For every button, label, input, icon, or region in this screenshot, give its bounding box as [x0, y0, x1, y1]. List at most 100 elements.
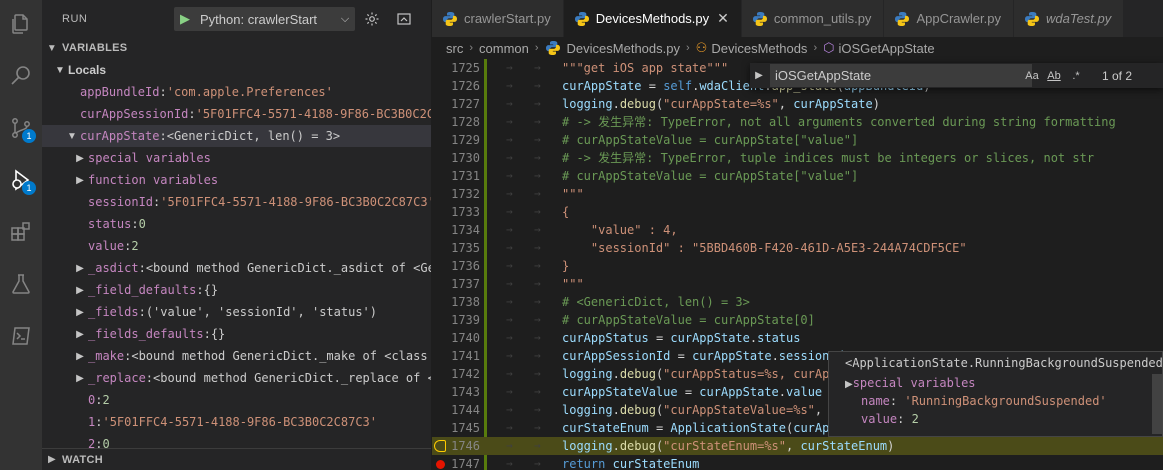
chevron-right-icon: ▶: [76, 328, 84, 340]
tab-label: wdaTest.py: [1045, 11, 1112, 26]
chevron-right-icon: ▶: [76, 372, 84, 384]
whitespace-arrow-icon: →: [534, 205, 541, 218]
variable-value: '5F01FFC4-5571-4188-9F86-BC3B0C2C87C3': [102, 415, 378, 429]
close-icon[interactable]: ✕: [717, 10, 729, 27]
source-control-badge: 1: [22, 129, 36, 143]
variable-child[interactable]: ▶ _fields_defaults: {}: [42, 323, 431, 345]
chevron-right-icon: ▶: [845, 379, 853, 390]
code-line[interactable]: 1739 → → # curAppStateValue = curAppState[0…: [432, 311, 1163, 329]
variable-child[interactable]: value: 2: [42, 235, 431, 257]
search-icon[interactable]: [6, 61, 36, 91]
variable-child[interactable]: 0: 2: [42, 389, 431, 411]
find-input[interactable]: [770, 64, 1032, 87]
run-debug-icon[interactable]: 1: [6, 165, 36, 195]
code-line[interactable]: 1731 → → # curAppStateValue = curAppState["…: [432, 167, 1163, 185]
variable-curAppSessionId[interactable]: curAppSessionId: '5F01FFC4-5571-4188-9F8…: [42, 103, 431, 125]
chevron-down-icon[interactable]: ⌵: [335, 13, 355, 26]
testing-icon[interactable]: [6, 269, 36, 299]
start-debugging-icon[interactable]: ▶: [174, 7, 196, 31]
hover-special-variables[interactable]: ▶special variables: [829, 374, 1162, 392]
breadcrumb-item[interactable]: src: [446, 41, 463, 56]
hover-scrollbar[interactable]: [1152, 374, 1162, 434]
variable-value: 2: [131, 239, 139, 253]
breadcrumb-item[interactable]: DevicesMethods.py: [567, 41, 680, 56]
whitespace-arrow-icon: →: [534, 331, 541, 344]
debug-console-icon[interactable]: [394, 9, 414, 29]
code-line[interactable]: 1733 → → {: [432, 203, 1163, 221]
code-line[interactable]: 1728 → → # -> 发生异常: TypeError, not all argu…: [432, 113, 1163, 131]
breadcrumb-item[interactable]: DevicesMethods: [711, 41, 807, 56]
gear-icon[interactable]: [362, 9, 382, 29]
variable-name: _replace: [88, 371, 146, 385]
files-icon[interactable]: [6, 9, 36, 39]
launch-config-dropdown[interactable]: ▶ Python: crawlerStart ⌵: [174, 7, 355, 31]
regex-button[interactable]: .*: [1066, 70, 1086, 82]
hover-name-row[interactable]: name: 'RunningBackgroundSuspended': [829, 392, 1162, 410]
tab-devicesmethods-py[interactable]: DevicesMethods.py ✕: [563, 0, 742, 37]
code-line[interactable]: 1734 → → "value" : 4,: [432, 221, 1163, 239]
code-line[interactable]: 1738 → → # <GenericDict, len() = 3>: [432, 293, 1163, 311]
line-number: 1739: [451, 313, 480, 327]
variable-child[interactable]: ▶ _asdict: <bound method GenericDict._asd…: [42, 257, 431, 279]
whitespace-arrow-icon: →: [534, 151, 541, 164]
toggle-replace-icon[interactable]: ▶: [750, 70, 768, 81]
hover-value-row[interactable]: value: 2: [829, 410, 1162, 428]
whole-word-button[interactable]: Ab: [1044, 70, 1064, 82]
whitespace-arrow-icon: →: [506, 61, 513, 74]
match-case-button[interactable]: Aa: [1022, 70, 1042, 82]
code-line[interactable]: 1729 → → # curAppStateValue = curAppState["…: [432, 131, 1163, 149]
code-text: logging.debug("curStateEnum=%s", curStat…: [562, 439, 895, 453]
tab-appcrawler-py[interactable]: AppCrawler.py: [884, 0, 1014, 37]
breadcrumb-item[interactable]: common: [479, 41, 529, 56]
variable-child[interactable]: ▶ _make: <bound method GenericDict._make …: [42, 345, 431, 367]
code-line[interactable]: 1746 → → logging.debug("curStateEnum=%s", c…: [432, 437, 1163, 455]
whitespace-arrow-icon: →: [534, 79, 541, 92]
locals-scope[interactable]: ▼ Locals: [42, 59, 431, 81]
variable-child[interactable]: status: 0: [42, 213, 431, 235]
breadcrumb: src › common › DevicesMethods.py › ⚇ DevicesMet…: [432, 37, 1163, 59]
code-text: logging.debug("curAppState=%s", curAppSt…: [562, 97, 880, 111]
breakpoint-icon[interactable]: [436, 460, 445, 469]
code-text: """: [562, 187, 584, 201]
code-line[interactable]: 1736 → →}: [432, 257, 1163, 275]
chevron-right-icon: ▶: [48, 454, 56, 465]
chevron-right-icon: ▶: [76, 284, 84, 296]
code-line[interactable]: 1740 → → curAppStatus = curAppState.status: [432, 329, 1163, 347]
breadcrumb-item[interactable]: iOSGetAppState: [838, 41, 934, 56]
variable-curAppState[interactable]: ▼ curAppState: <GenericDict, len() = 3>: [42, 125, 431, 147]
chevron-right-icon: ▶: [76, 174, 84, 186]
tab-common-utils-py[interactable]: common_utils.py: [741, 0, 885, 37]
terminal-icon[interactable]: [6, 321, 36, 351]
code-line[interactable]: 1732 → → """: [432, 185, 1163, 203]
variables-section-header[interactable]: ▼ VARIABLES: [42, 37, 431, 59]
line-number: 1725: [451, 61, 480, 75]
variable-child[interactable]: ▶ _replace: <bound method GenericDict._re…: [42, 367, 431, 389]
source-control-icon[interactable]: 1: [6, 113, 36, 143]
code-line[interactable]: 1730 → → # -> 发生异常: TypeError, tuple indice…: [432, 149, 1163, 167]
variable-group[interactable]: ▶ function variables: [42, 169, 431, 191]
line-number: 1729: [451, 133, 480, 147]
extensions-icon[interactable]: [6, 217, 36, 247]
tab-label: AppCrawler.py: [916, 11, 1001, 26]
tab-wdatest-py[interactable]: wdaTest.py: [1013, 0, 1125, 37]
variable-child[interactable]: ▶ _field_defaults: {}: [42, 279, 431, 301]
variable-group[interactable]: ▶ special variables: [42, 147, 431, 169]
variable-appBundleId[interactable]: appBundleId: 'com.apple.Preferences': [42, 81, 431, 103]
whitespace-arrow-icon: →: [534, 295, 541, 308]
code-line[interactable]: 1727 → → logging.debug("curAppState=%s", cu…: [432, 95, 1163, 113]
locals-list: appBundleId: 'com.apple.Preferences' curA…: [42, 81, 431, 455]
whitespace-arrow-icon: →: [534, 385, 541, 398]
variable-child[interactable]: 1: '5F01FFC4-5571-4188-9F86-BC3B0C2C87C3…: [42, 411, 431, 433]
current-line-arrow-icon: [434, 440, 446, 452]
whitespace-arrow-icon: →: [506, 169, 513, 182]
variable-child[interactable]: sessionId: '5F01FFC4-5571-4188-9F86-BC3B…: [42, 191, 431, 213]
chevron-right-icon: ›: [469, 42, 474, 54]
tab-crawlerstart-py[interactable]: crawlerStart.py: [432, 0, 564, 37]
line-number: 1735: [451, 241, 480, 255]
whitespace-arrow-icon: →: [534, 349, 541, 362]
code-line[interactable]: 1747 → → return curStateEnum: [432, 455, 1163, 470]
watch-section-header[interactable]: ▶ WATCH: [42, 448, 431, 470]
variable-child[interactable]: ▶ _fields: ('value', 'sessionId', 'status…: [42, 301, 431, 323]
code-line[interactable]: 1735 → → "sessionId" : "5BBD460B-F420-461D…: [432, 239, 1163, 257]
code-line[interactable]: 1737 → → """: [432, 275, 1163, 293]
